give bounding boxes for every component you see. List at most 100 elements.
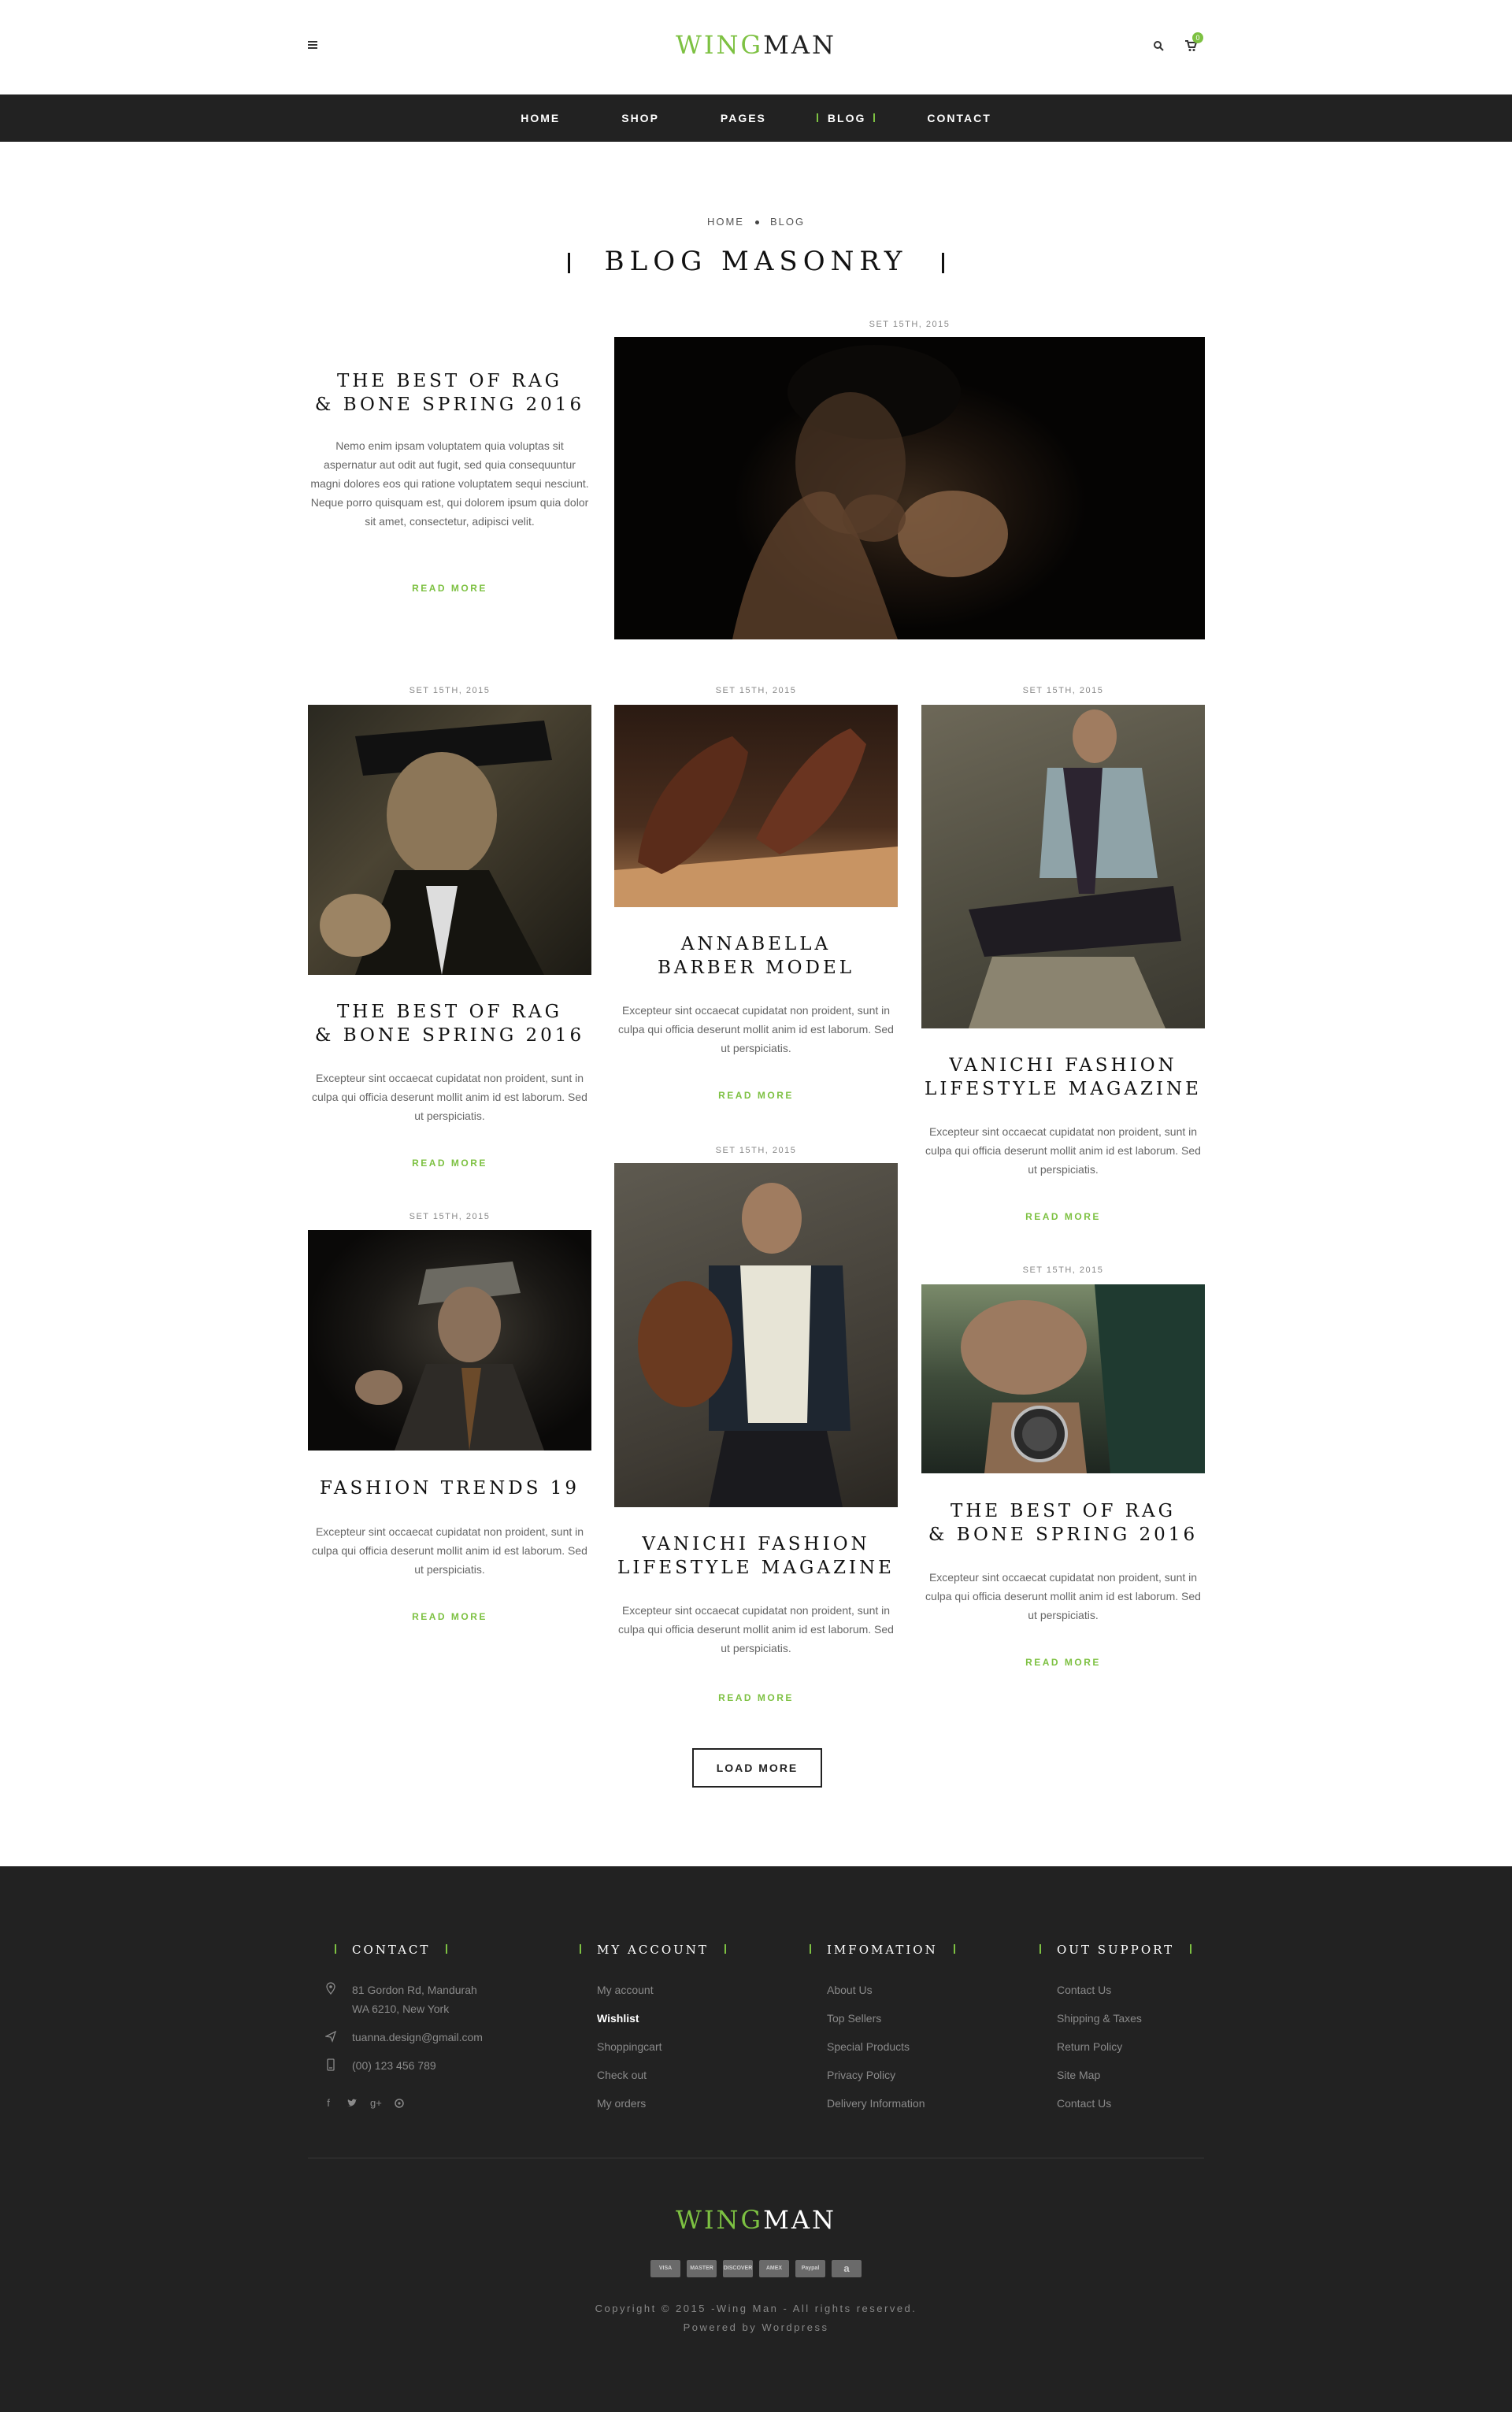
footer-link-special-products[interactable]: Special Products (827, 2040, 910, 2053)
footer-contact-title: CONTACT (334, 1943, 448, 1957)
footer-link-check-out[interactable]: Check out (597, 2069, 647, 2081)
footer-link-delivery-information[interactable]: Delivery Information (827, 2097, 925, 2110)
footer-information-title: IMFOMATION (810, 1943, 955, 1957)
post-date: SET 15TH, 2015 (409, 686, 491, 695)
logo-part-man: MAN (763, 30, 836, 60)
post-image[interactable] (308, 1230, 591, 1451)
post-image[interactable] (308, 705, 591, 975)
powered-by-text: Powered by Wordpress (683, 2321, 829, 2333)
post-title-line: THE BEST OF RAG (336, 371, 563, 391)
post-title-line: LIFESTYLE MAGAZINE (925, 1079, 1202, 1099)
footer-link-my-account[interactable]: My account (597, 1984, 654, 1996)
pinterest-icon[interactable] (394, 2098, 405, 2109)
post-excerpt: Excepteur sint occaecat cupidatat non pr… (925, 1571, 1201, 1621)
search-icon[interactable] (1153, 40, 1164, 51)
post-excerpt: Excepteur sint occaecat cupidatat non pr… (312, 1525, 587, 1576)
nav-item-contact[interactable]: CONTACT (927, 112, 991, 124)
read-more-link[interactable]: READ MORE (308, 1611, 591, 1622)
facebook-icon[interactable]: f (323, 2098, 334, 2109)
post-image[interactable] (921, 1284, 1205, 1473)
copyright-text: Copyright © 2015 -Wing Man - All rights … (595, 2303, 917, 2314)
post-title[interactable]: THE BEST OF RAG & BONE SPRING 2016 (308, 1000, 591, 1047)
man-with-bag-photo (638, 1183, 850, 1507)
post-title[interactable]: ANNABELLA BARBER MODEL (614, 932, 898, 980)
copyright: Copyright © 2015 -Wing Man - All rights … (0, 2299, 1512, 2337)
post-image[interactable] (614, 1163, 898, 1507)
post-excerpt: Excepteur sint occaecat cupidatat non pr… (312, 1072, 587, 1122)
post-excerpt: Excepteur sint occaecat cupidatat non pr… (618, 1604, 894, 1654)
post-title-line: VANICHI FASHION (949, 1055, 1177, 1076)
nav-item-blog[interactable]: BLOG (816, 112, 876, 124)
post-title[interactable]: THE BEST OF RAG & BONE SPRING 2016 (308, 369, 591, 417)
footer-link-my-orders[interactable]: My orders (597, 2097, 646, 2110)
page-title: BLOG MASONRY (604, 246, 908, 277)
post-image-featured[interactable] (614, 337, 1205, 639)
logo-part-man: MAN (763, 2205, 836, 2235)
read-more-link[interactable]: READ MORE (921, 1211, 1205, 1222)
post-date: SET 15TH, 2015 (1022, 686, 1104, 695)
post-title[interactable]: THE BEST OF RAG & BONE SPRING 2016 (921, 1499, 1205, 1547)
site-logo[interactable]: WINGMAN (0, 30, 1512, 60)
post-title-line: THE BEST OF RAG (950, 1501, 1177, 1521)
nav-item-pages[interactable]: PAGES (721, 112, 766, 124)
title-bar-right (942, 253, 945, 273)
footer-link-site-map[interactable]: Site Map (1057, 2069, 1100, 2081)
read-more-link[interactable]: READ MORE (614, 1090, 898, 1101)
footer-link-return-policy[interactable]: Return Policy (1057, 2040, 1122, 2053)
post-date: SET 15TH, 2015 (715, 1146, 797, 1155)
page-title-wrap: BLOG MASONRY (0, 246, 1512, 277)
twitter-icon[interactable] (346, 2098, 358, 2109)
read-more-link[interactable]: READ MORE (308, 583, 591, 594)
read-more-link[interactable]: READ MORE (308, 1158, 591, 1169)
nav-item-shop[interactable]: SHOP (621, 112, 659, 124)
footer-email[interactable]: tuanna.design@gmail.com (352, 2028, 483, 2047)
google-plus-icon[interactable]: g+ (370, 2098, 382, 2109)
cart-count-badge: 0 (1192, 32, 1203, 43)
paypal-icon: Paypal (795, 2260, 825, 2277)
post-image[interactable] (614, 705, 898, 907)
load-more-button[interactable]: LOAD MORE (692, 1748, 822, 1788)
post-title-line: THE BEST OF RAG (336, 1002, 563, 1022)
post-image[interactable] (921, 705, 1205, 1028)
post-title[interactable]: VANICHI FASHION LIFESTYLE MAGAZINE (921, 1054, 1205, 1101)
mastercard-icon: MASTER CARD (687, 2260, 717, 2277)
footer-my-account-title: MY ACCOUNT (580, 1943, 726, 1957)
breadcrumb: HOME BLOG (0, 216, 1512, 228)
phone-icon (327, 2058, 335, 2071)
footer-link-about-us[interactable]: About Us (827, 1984, 873, 1996)
breadcrumb-separator (754, 220, 759, 225)
breadcrumb-home[interactable]: HOME (707, 216, 744, 228)
footer-link-shoppingcart[interactable]: Shoppingcart (597, 2040, 662, 2053)
post-title-line: & BONE SPRING 2016 (314, 1025, 585, 1046)
amazon-icon: a (832, 2260, 862, 2277)
read-more-link[interactable]: READ MORE (614, 1692, 898, 1703)
footer-link-contact-us[interactable]: Contact Us (1057, 1984, 1111, 1996)
man-smoking-photo (355, 1262, 544, 1451)
footer-logo[interactable]: WINGMAN (0, 2205, 1512, 2235)
site-header: WINGMAN 0 (0, 0, 1512, 94)
post-title-line: LIFESTYLE MAGAZINE (617, 1558, 895, 1578)
amex-icon: AMEX (759, 2260, 789, 2277)
footer-link-top-sellers[interactable]: Top Sellers (827, 2012, 881, 2025)
man-with-hat-photo (732, 345, 1008, 639)
post-excerpt: Excepteur sint occaecat cupidatat non pr… (618, 1004, 894, 1054)
footer-link-shipping-taxes[interactable]: Shipping & Taxes (1057, 2012, 1142, 2025)
main-nav: HOME SHOP PAGES BLOG CONTACT (0, 94, 1512, 142)
leather-shoes-photo (614, 728, 898, 907)
post-date: SET 15TH, 2015 (1022, 1265, 1104, 1275)
post-title-line: VANICHI FASHION (642, 1534, 870, 1554)
location-icon (326, 1982, 335, 1995)
man-with-cigar-photo (320, 721, 552, 975)
post-title[interactable]: FASHION TRENDS 19 (308, 1476, 591, 1500)
logo-part-wing: WING (676, 30, 764, 60)
address-line: 81 Gordon Rd, Mandurah (352, 1984, 477, 1996)
payment-methods: VISA MASTER CARD DISCOVER AMEX Paypal a (0, 2260, 1512, 2277)
footer-link-contact-us-2[interactable]: Contact Us (1057, 2097, 1111, 2110)
footer-link-privacy-policy[interactable]: Privacy Policy (827, 2069, 895, 2081)
nav-item-home[interactable]: HOME (521, 112, 560, 124)
post-title[interactable]: VANICHI FASHION LIFESTYLE MAGAZINE (614, 1532, 898, 1580)
footer-link-wishlist[interactable]: Wishlist (597, 2012, 639, 2025)
logo-part-wing: WING (676, 2205, 764, 2235)
read-more-link[interactable]: READ MORE (921, 1657, 1205, 1668)
visa-icon: VISA (650, 2260, 680, 2277)
